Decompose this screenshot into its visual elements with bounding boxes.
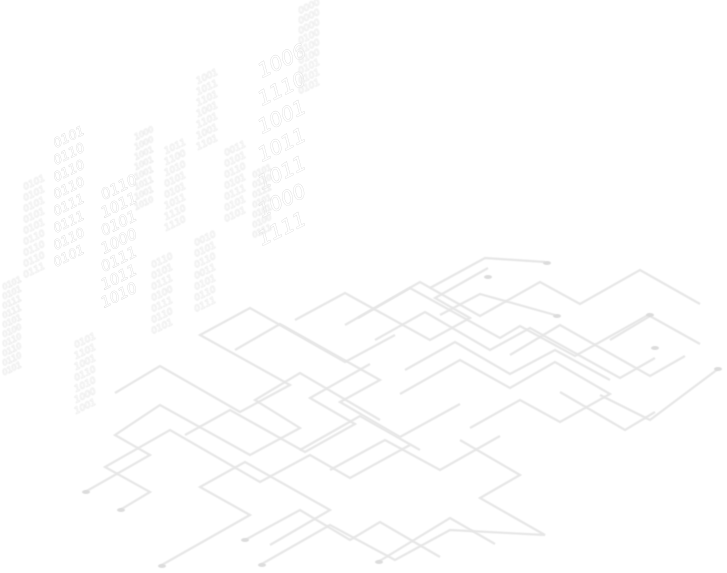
trace-endpoint [651, 346, 659, 350]
trace-endpoint [484, 275, 492, 279]
binary-code-column: 01010110011001100111011101100101 [51, 123, 88, 271]
binary-code-column: 010101010101010101010110011001100111 [22, 173, 48, 281]
trace-endpoint [82, 490, 90, 494]
trace-endpoint [375, 560, 383, 564]
trace-endpoint [714, 367, 722, 371]
binary-code-column: 0101110110010110101010001001 [73, 331, 99, 417]
binary-code-columns: 1006111010011011101110001111000000000000… [1, 0, 323, 417]
binary-code-column: 0010010101100011010101100111 [193, 229, 219, 315]
circuit-traces [84, 256, 719, 567]
circuit-trace [244, 508, 441, 558]
trace-endpoint [258, 563, 266, 567]
circuit-trace [159, 460, 333, 567]
illustration-canvas: 1006111010011011101110001111000000000000… [1, 0, 722, 568]
binary-code-column: 1001101111011001110110011101 [195, 67, 221, 153]
binary-code-column: 0101011001110101010101000111 [251, 163, 274, 241]
binary-code-column: 000000000000010001000100010101010101 [297, 0, 323, 97]
circuit-trace [357, 286, 651, 358]
circuit-trace [429, 256, 546, 289]
trace-endpoint [646, 313, 654, 317]
trace-endpoint [158, 564, 166, 568]
circuit-trace [374, 310, 656, 380]
trace-endpoint [241, 538, 249, 542]
binary-code-column: 10001000100110011001101110011010 [133, 125, 156, 213]
binary-code-column: 0110101101011000011110111010 [98, 170, 141, 311]
trace-endpoint [543, 261, 551, 265]
circuit-trace [329, 435, 501, 472]
trace-endpoint [117, 508, 125, 512]
circuit-trace [84, 371, 381, 493]
binary-code-column: 0101010101110111010101000110011001100101 [1, 275, 24, 378]
binary-circuit-illustration: 1006 1110 1001 1011 1011 1000 1111 0000 0000 0000… [0, 0, 727, 573]
binary-code-column: 0011010101100101011101010101 [223, 139, 249, 225]
binary-code-column: 0110010101110100011101100101 [150, 251, 176, 337]
binary-code-column: 10111100101001010101101111101110 [163, 137, 189, 234]
trace-endpoint [553, 314, 561, 318]
